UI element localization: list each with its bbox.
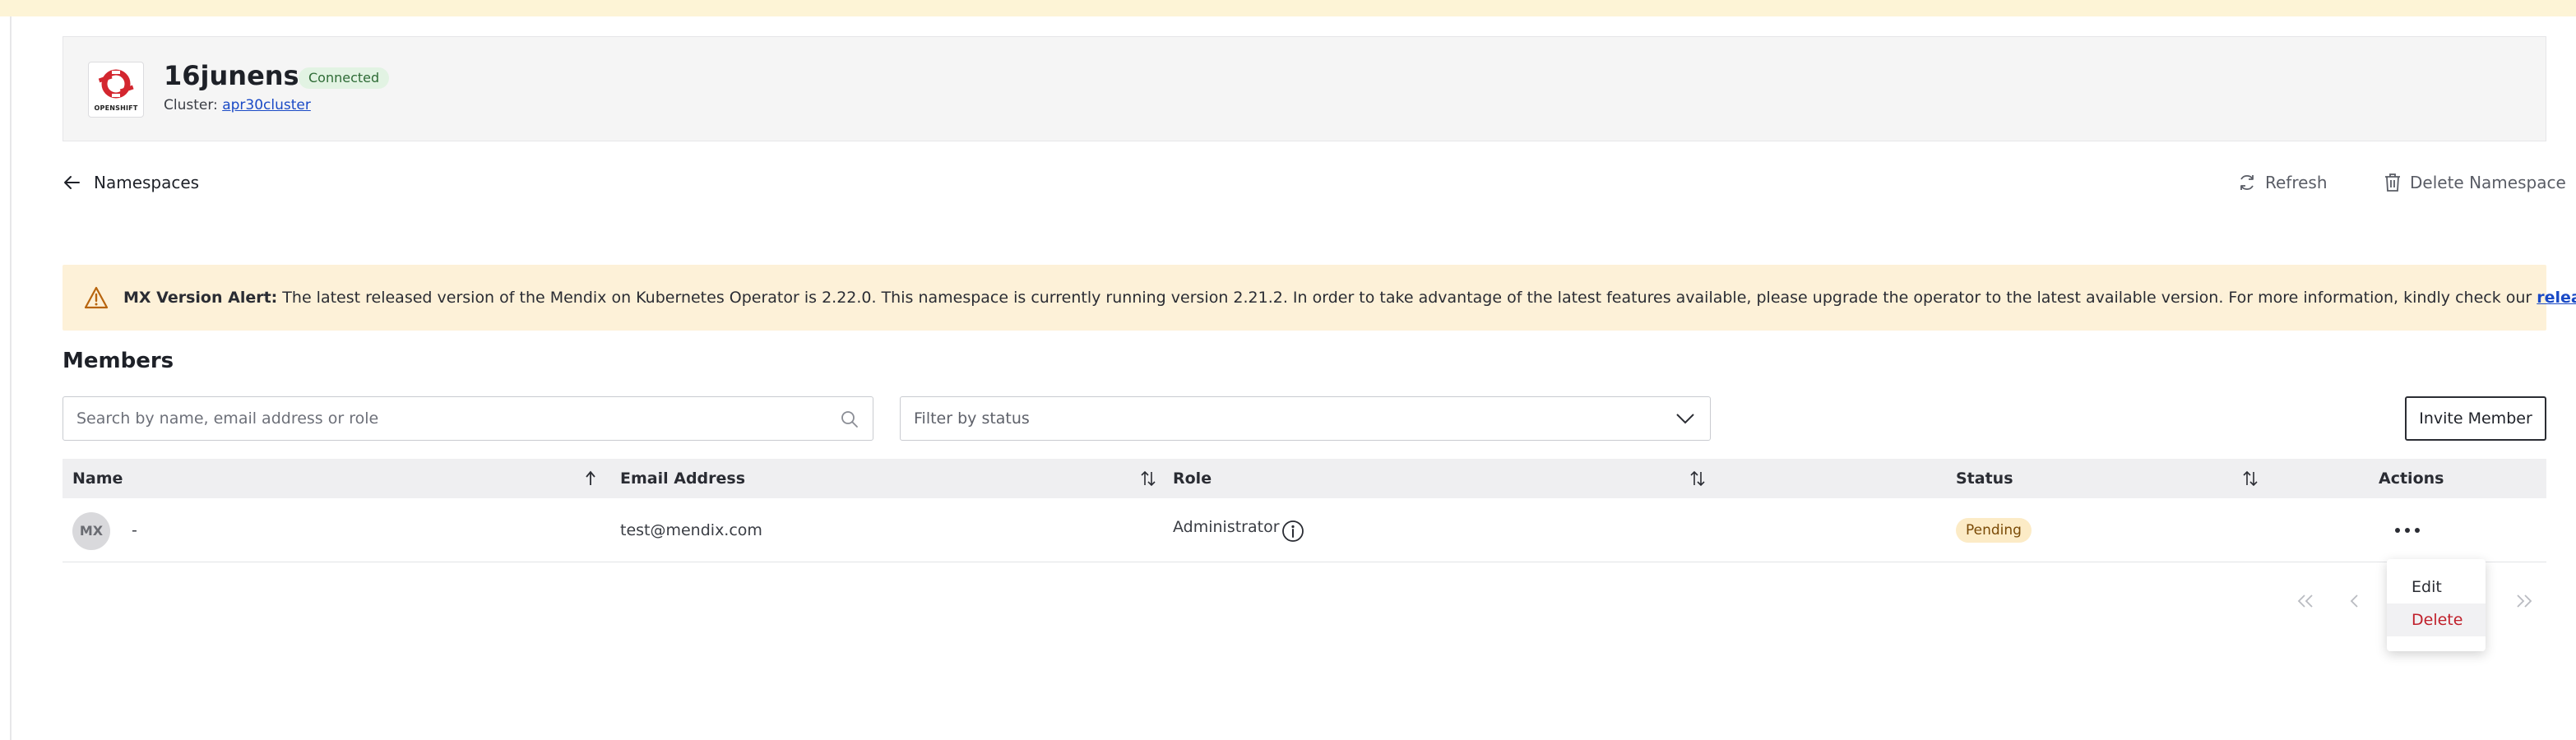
chevron-down-icon [1676,414,1694,424]
more-dots-icon [2415,528,2420,533]
connection-status-badge: Connected [299,67,390,89]
openshift-logo: OPENSHIFT [88,62,144,118]
back-to-namespaces[interactable]: Namespaces [63,169,199,196]
cluster-info: Cluster: apr30cluster [164,97,311,113]
status-filter-select[interactable]: Filter by status [900,396,1711,441]
back-label: Namespaces [94,173,200,192]
row-actions-button[interactable] [2390,518,2425,543]
refresh-button[interactable]: Refresh [2237,169,2328,196]
sort-icon[interactable] [2242,470,2259,487]
sort-icon[interactable] [1689,470,1706,487]
member-search [63,396,873,441]
refresh-label: Refresh [2265,173,2328,192]
trash-icon [2385,173,2400,192]
column-header-name[interactable]: Name [72,469,123,488]
openshift-logo-icon [98,69,134,99]
row-actions-menu: Edit Delete [2387,559,2486,651]
info-icon[interactable] [1281,520,1304,543]
menu-item-delete[interactable]: Delete [2387,604,2486,636]
left-divider [10,16,12,740]
members-title: Members [63,349,174,373]
invite-member-button[interactable]: Invite Member [2405,396,2546,441]
search-icon[interactable] [840,409,859,429]
more-dots-icon [2405,528,2410,533]
release-notes-link[interactable]: release notes. [2537,289,2576,307]
refresh-icon [2240,174,2254,191]
menu-item-edit[interactable]: Edit [2387,571,2486,604]
alert-title: MX Version Alert: [123,289,278,307]
double-chevron-right-icon [2517,594,2532,608]
page-title: 16junens [164,60,299,91]
warning-icon [84,286,109,309]
column-header-status[interactable]: Status [1956,469,2013,488]
previous-page-button[interactable] [2342,589,2367,613]
top-banner-strip [0,0,2576,16]
member-role: Administrator [1173,518,1280,536]
filter-placeholder: Filter by status [914,409,1030,428]
search-input[interactable] [76,397,817,440]
table-row: MX - test@mendix.com Administrator Pendi… [63,498,2546,562]
delete-namespace-button[interactable]: Delete Namespace [2384,169,2566,196]
alert-text: MX Version Alert: The latest released ve… [123,289,2576,307]
more-dots-icon [2395,528,2400,533]
alert-message: The latest released version of the Mendi… [277,289,2537,307]
sort-ascending-icon[interactable] [586,470,595,487]
cluster-label: Cluster: [164,97,218,113]
delete-namespace-label: Delete Namespace [2410,173,2566,192]
members-table-header: Name Email Address Role Status Actions [63,459,2546,498]
status-badge: Pending [1956,518,2032,543]
cluster-link[interactable]: apr30cluster [222,97,311,113]
member-email: test@mendix.com [620,521,762,539]
logo-text: OPENSHIFT [94,104,138,112]
double-chevron-left-icon [2297,594,2313,608]
member-name: - [132,521,137,539]
version-alert: MX Version Alert: The latest released ve… [63,265,2576,331]
last-page-button[interactable] [2512,589,2537,613]
column-header-email[interactable]: Email Address [620,469,745,488]
namespace-header-card: OPENSHIFT 16junens Connected Cluster: ap… [63,36,2546,141]
avatar: MX [72,512,110,550]
chevron-left-icon [2350,594,2358,608]
column-header-role[interactable]: Role [1173,469,1212,488]
first-page-button[interactable] [2293,589,2318,613]
column-header-actions: Actions [2379,469,2444,488]
arrow-left-icon [64,176,80,189]
sort-icon[interactable] [1140,470,1156,487]
